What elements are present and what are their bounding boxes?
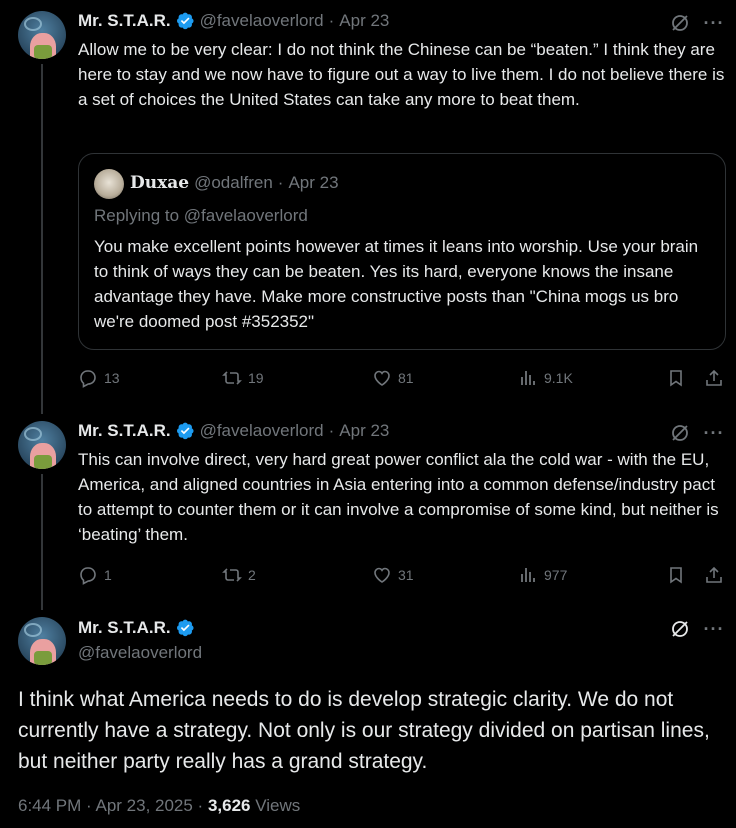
repost-button[interactable]: 19 — [222, 366, 264, 390]
quote-text: You make excellent points however at tim… — [94, 237, 699, 331]
more-icon[interactable]: ··· — [704, 423, 724, 443]
grok-icon[interactable] — [670, 423, 690, 443]
views-button[interactable]: 977 — [518, 563, 567, 587]
bookmark-icon — [666, 368, 686, 388]
repost-count: 2 — [248, 567, 256, 583]
conversation-thread: Mr. S.T.A.R. @favelaoverlord · Apr 23 ··… — [0, 0, 736, 828]
like-button[interactable]: 31 — [372, 563, 414, 587]
views-icon — [518, 565, 538, 585]
views-icon — [518, 368, 538, 388]
verified-badge-icon[interactable] — [175, 421, 195, 441]
handle[interactable]: @favelaoverlord — [200, 421, 324, 441]
handle[interactable]: @favelaoverlord — [78, 643, 202, 663]
replying-to: Replying to @favelaoverlord — [94, 206, 308, 225]
display-name[interactable]: Mr. S.T.A.R. — [78, 11, 171, 31]
avatar[interactable] — [18, 421, 66, 469]
quote-display-name: Duxae — [130, 173, 190, 193]
like-icon — [372, 565, 392, 585]
reply-icon — [78, 368, 98, 388]
share-icon — [704, 368, 724, 388]
post-header: Mr. S.T.A.R. @favelaoverlord · Apr 23 — [78, 421, 389, 441]
reply-count: 13 — [104, 370, 120, 386]
repost-icon — [222, 565, 242, 585]
display-name[interactable]: Mr. S.T.A.R. — [78, 421, 171, 441]
repost-count: 19 — [248, 370, 264, 386]
reply-icon — [78, 565, 98, 585]
quote-avatar — [94, 169, 124, 199]
post-header: Mr. S.T.A.R. — [78, 618, 195, 638]
bookmark-button[interactable] — [666, 563, 686, 587]
views-button[interactable]: 9.1K — [518, 366, 573, 390]
thread-line — [41, 474, 43, 610]
post-date[interactable]: Apr 23 — [339, 421, 389, 441]
handle[interactable]: @favelaoverlord — [200, 11, 324, 31]
post-header-actions: ··· — [670, 13, 724, 33]
post-text: I think what America needs to do is deve… — [18, 688, 716, 773]
avatar[interactable] — [18, 617, 66, 665]
reply-count: 1 — [104, 567, 112, 583]
quote-handle: @odalfren — [194, 173, 273, 192]
share-icon — [704, 565, 724, 585]
views-label: Views — [250, 796, 301, 815]
post-text: This can involve direct, very hard great… — [78, 450, 724, 544]
views-total: 3,626 — [207, 796, 251, 815]
like-count: 81 — [398, 370, 414, 386]
more-icon[interactable]: ··· — [704, 13, 724, 33]
share-button[interactable] — [704, 366, 724, 390]
post-header-actions: ··· — [670, 619, 724, 639]
post-header: Mr. S.T.A.R. @favelaoverlord · Apr 23 — [78, 11, 389, 31]
avatar[interactable] — [18, 11, 66, 59]
post-timestamp[interactable]: 6:44 PM · Apr 23, 2025 · — [18, 796, 208, 815]
post-text: Allow me to be very clear: I do not thin… — [78, 40, 730, 109]
grok-icon[interactable] — [670, 619, 690, 639]
quote-date: Apr 23 — [288, 173, 339, 192]
more-icon[interactable]: ··· — [704, 619, 724, 639]
verified-badge-icon[interactable] — [175, 618, 195, 638]
like-icon — [372, 368, 392, 388]
grok-icon[interactable] — [670, 13, 690, 33]
like-count: 31 — [398, 567, 414, 583]
separator-dot: · — [328, 421, 335, 440]
bookmark-icon — [666, 565, 686, 585]
post-header-actions: ··· — [670, 423, 724, 443]
views-count: 977 — [544, 567, 568, 583]
verified-badge-icon[interactable] — [175, 11, 195, 31]
separator-dot: · — [277, 173, 284, 192]
repost-icon — [222, 368, 242, 388]
quoted-post[interactable]: Duxae @odalfren · Apr 23 Replying to @fa… — [78, 153, 726, 350]
quote-header: Duxae @odalfren · Apr 23 — [130, 173, 339, 193]
reply-button[interactable]: 1 — [78, 563, 112, 587]
thread-line — [41, 64, 43, 414]
post-meta: 6:44 PM · Apr 23, 2025 · 3,626 Views — [18, 796, 300, 816]
views-count: 9.1K — [544, 370, 573, 386]
post-actions: 13 19 81 9.1K — [78, 366, 726, 390]
repost-button[interactable]: 2 — [222, 563, 256, 587]
like-button[interactable]: 81 — [372, 366, 414, 390]
reply-button[interactable]: 13 — [78, 366, 120, 390]
post-actions: 1 2 31 977 — [78, 563, 726, 587]
separator-dot: · — [328, 11, 335, 30]
bookmark-button[interactable] — [666, 366, 686, 390]
display-name[interactable]: Mr. S.T.A.R. — [78, 618, 171, 638]
share-button[interactable] — [704, 563, 724, 587]
post-date[interactable]: Apr 23 — [339, 11, 389, 31]
